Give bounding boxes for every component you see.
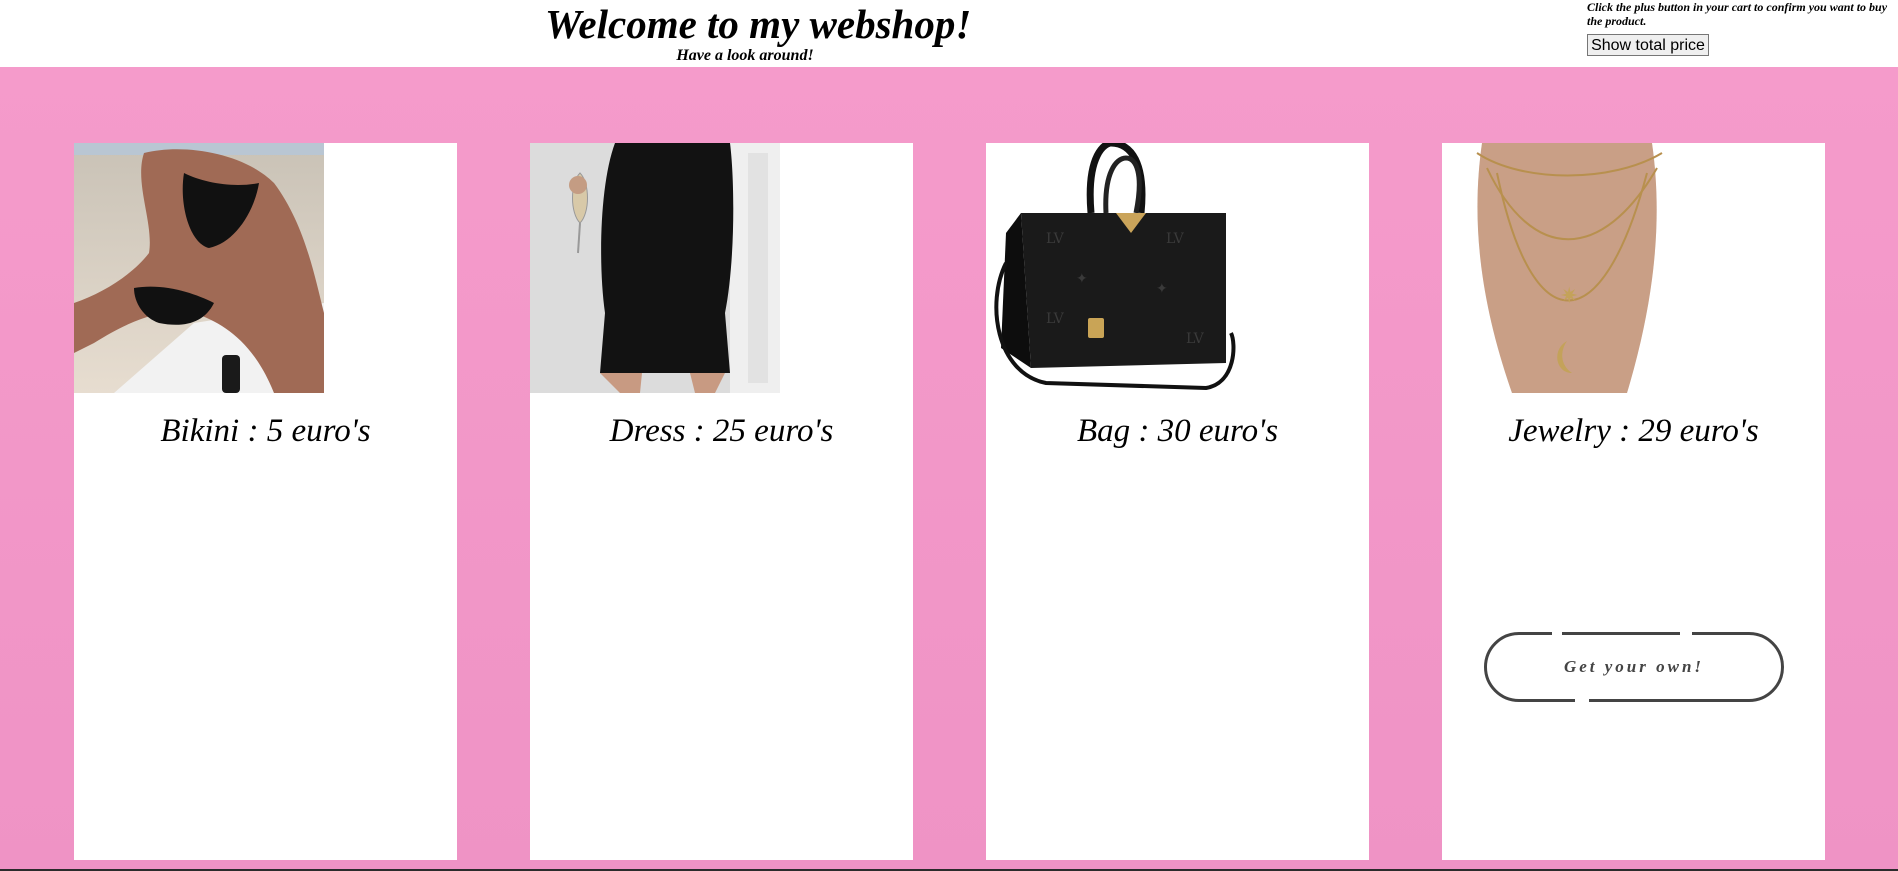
product-label-jewelry: Jewelry : 29 euro's (1508, 413, 1759, 449)
product-label-dress: Dress : 25 euro's (609, 413, 834, 449)
product-card-dress: Dress : 25 euro's (530, 143, 913, 860)
page-title: Welcome to my webshop! (545, 1, 972, 47)
show-total-price-button[interactable]: Show total price (1587, 34, 1709, 56)
button-border-gap (1552, 631, 1562, 636)
svg-text:LV: LV (1046, 231, 1065, 247)
dress-photo[interactable] (530, 143, 780, 393)
svg-text:LV: LV (1046, 311, 1065, 327)
svg-text:LV: LV (1166, 231, 1185, 247)
svg-text:✷: ✷ (1560, 284, 1578, 309)
header: Welcome to my webshop! Have a look aroun… (0, 0, 1898, 67)
svg-text:✦: ✦ (1156, 281, 1168, 297)
get-your-own-label: Get your own! (1563, 657, 1705, 676)
product-card-bag: LV LV ✦ ✦ LV LV Bag : 30 euro's (986, 143, 1369, 860)
bikini-photo[interactable] (74, 143, 324, 393)
button-border-gap (1680, 631, 1692, 636)
product-label-bag: Bag : 30 euro's (1076, 413, 1279, 449)
button-border-gap (1575, 698, 1589, 703)
svg-text:LV: LV (1186, 331, 1205, 347)
product-card-bikini: Bikini : 5 euro's (74, 143, 457, 860)
jewelry-photo[interactable]: ✷ (1442, 143, 1692, 393)
cart-instruction-note: Click the plus button in your cart to co… (1587, 0, 1888, 28)
product-card-jewelry: ✷ Jewelry : 29 euro's Get your own! (1442, 143, 1825, 860)
page-subtitle: Have a look around! (676, 47, 814, 64)
product-label-bikini: Bikini : 5 euro's (160, 413, 371, 449)
get-your-own-button[interactable]: Get your own! (1484, 631, 1784, 703)
bag-photo[interactable]: LV LV ✦ ✦ LV LV (986, 143, 1236, 393)
svg-text:✦: ✦ (1076, 271, 1088, 287)
